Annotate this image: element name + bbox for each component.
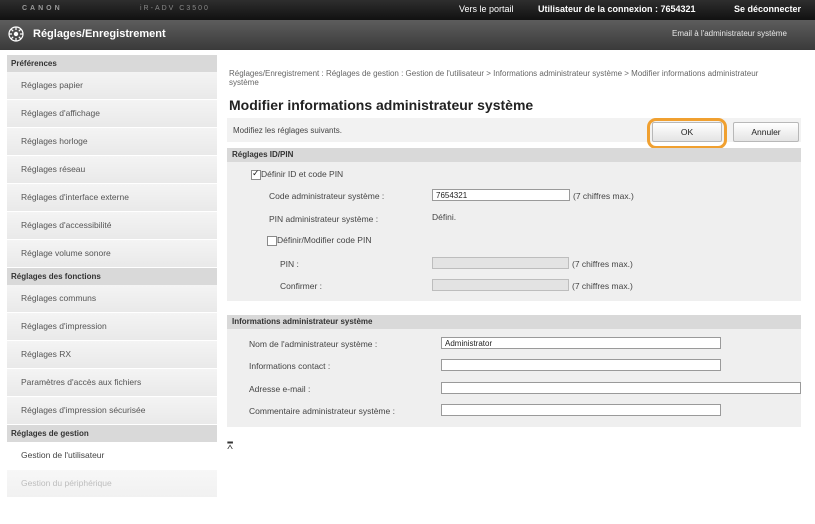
settings-registration-icon <box>8 26 24 42</box>
sidebar: Préférences Réglages papier Réglages d'a… <box>7 55 217 524</box>
top-bar: CANON iR-ADV C3500 Vers le portail Utili… <box>0 0 815 20</box>
admin-info-section-header: Informations administrateur système <box>227 315 801 329</box>
contact-info-input[interactable] <box>441 359 721 371</box>
sidebar-item-external-interface[interactable]: Réglages d'interface externe <box>7 184 217 212</box>
sidebar-item-secure-print[interactable]: Réglages d'impression sécurisée <box>7 397 217 425</box>
admin-info-section: Informations administrateur système Nom … <box>227 315 801 427</box>
sidebar-item-rx[interactable]: Réglages RX <box>7 341 217 369</box>
sidebar-item-volume[interactable]: Réglage volume sonore <box>7 240 217 268</box>
email-label: Adresse e-mail : <box>249 384 311 394</box>
logout-link[interactable]: Se déconnecter <box>734 4 801 14</box>
admin-code-label: Code administrateur système : <box>269 191 385 201</box>
admin-pin-label: PIN administrateur système : <box>269 214 379 224</box>
sidebar-item-user-management[interactable]: Gestion de l'utilisateur <box>7 442 217 470</box>
brand-logo: CANON <box>22 5 63 12</box>
sidebar-item-file-access[interactable]: Paramètres d'accès aux fichiers <box>7 369 217 397</box>
sidebar-item-common[interactable]: Réglages communs <box>7 285 217 313</box>
confirm-label: Confirmer : <box>280 281 323 291</box>
action-bar: Modifiez les réglages suivants. OK Annul… <box>227 118 801 142</box>
device-model: iR-ADV C3500 <box>140 5 210 12</box>
instruction-text: Modifiez les réglages suivants. <box>233 126 342 135</box>
confirm-input[interactable] <box>432 279 569 291</box>
define-id-pin-label: Définir ID et code PIN <box>261 169 344 179</box>
portal-link[interactable]: Vers le portail <box>459 4 514 14</box>
contact-info-label: Informations contact : <box>249 361 331 371</box>
sidebar-header-management: Réglages de gestion <box>7 425 217 442</box>
pin-input[interactable] <box>432 257 569 269</box>
admin-pin-value: Défini. <box>432 212 457 222</box>
pin-hint: (7 chiffres max.) <box>572 259 633 269</box>
sidebar-item-display[interactable]: Réglages d'affichage <box>7 100 217 128</box>
admin-code-input[interactable]: 7654321 <box>432 189 570 201</box>
admin-code-hint: (7 chiffres max.) <box>573 191 634 201</box>
ok-button[interactable]: OK <box>652 122 722 142</box>
app-title: Réglages/Enregistrement <box>33 28 166 40</box>
sidebar-header-functions: Réglages des fonctions <box>7 268 217 285</box>
admin-name-input[interactable]: Administrator <box>441 337 721 349</box>
title-bar: Réglages/Enregistrement Email à l'admini… <box>0 20 815 50</box>
cancel-button[interactable]: Annuler <box>733 122 799 142</box>
login-user-label: Utilisateur de la connexion : 7654321 <box>538 4 696 14</box>
sidebar-item-accessibility[interactable]: Réglages d'accessibilité <box>7 212 217 240</box>
sidebar-header-preferences: Préférences <box>7 55 217 72</box>
breadcrumb: Réglages/Enregistrement : Réglages de ge… <box>229 69 759 87</box>
set-change-pin-checkbox[interactable] <box>267 236 277 246</box>
sidebar-item-device-management[interactable]: Gestion du périphérique <box>7 470 217 498</box>
email-input[interactable] <box>441 382 801 394</box>
confirm-hint: (7 chiffres max.) <box>572 281 633 291</box>
back-to-top-icon[interactable]: ⩞ <box>227 441 233 452</box>
pin-label: PIN : <box>280 259 299 269</box>
id-pin-section-header: Réglages ID/PIN <box>227 148 801 162</box>
mail-admin-link[interactable]: Email à l'administrateur système <box>672 29 787 38</box>
admin-comment-label: Commentaire administrateur système : <box>249 406 395 416</box>
define-id-pin-checkbox[interactable] <box>251 168 261 180</box>
sidebar-item-paper[interactable]: Réglages papier <box>7 72 217 100</box>
sidebar-item-printing[interactable]: Réglages d'impression <box>7 313 217 341</box>
set-change-pin-label: Définir/Modifier code PIN <box>277 235 372 245</box>
admin-comment-input[interactable] <box>441 404 721 416</box>
sidebar-item-clock[interactable]: Réglages horloge <box>7 128 217 156</box>
sidebar-item-network[interactable]: Réglages réseau <box>7 156 217 184</box>
page-title: Modifier informations administrateur sys… <box>229 97 534 113</box>
id-pin-section: Réglages ID/PIN Définir ID et code PIN C… <box>227 148 801 301</box>
admin-name-label: Nom de l'administrateur système : <box>249 339 378 349</box>
